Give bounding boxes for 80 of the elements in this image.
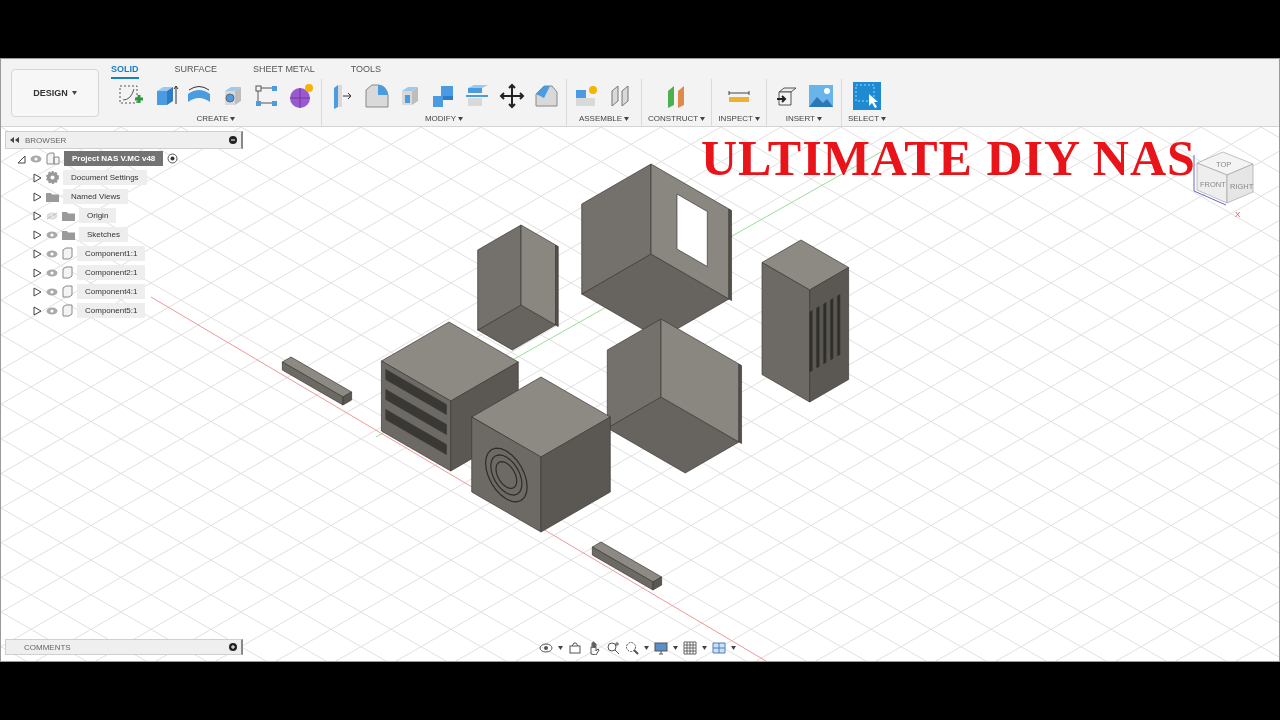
workspace-button[interactable]: DESIGN <box>11 68 99 117</box>
component-icon <box>46 152 60 165</box>
view-cube[interactable] <box>1196 151 1254 204</box>
caret-icon <box>230 116 236 121</box>
eye-icon[interactable] <box>46 230 58 239</box>
viewports-icon[interactable] <box>712 641 726 655</box>
group-menu[interactable]: INSERT <box>785 114 822 123</box>
expand-triangle-icon[interactable] <box>33 229 42 240</box>
tree-item[interactable]: Component1:1 <box>77 246 146 261</box>
zoom-window-icon[interactable] <box>625 641 639 655</box>
caret-icon <box>817 116 822 121</box>
gear-icon <box>46 171 59 184</box>
expand-triangle-icon[interactable] <box>33 172 42 183</box>
image-icon[interactable] <box>806 82 835 110</box>
component-icon <box>62 247 73 260</box>
tree-item[interactable]: Component2:1 <box>77 265 146 280</box>
radio-icon[interactable] <box>167 153 179 164</box>
ribbon-tab[interactable]: SURFACE <box>174 64 218 79</box>
collapse-arrows-icon[interactable] <box>10 137 19 143</box>
folder-icon <box>62 210 75 221</box>
expand-triangle-icon[interactable] <box>33 286 42 297</box>
component-icon <box>62 285 73 298</box>
component-icon <box>62 266 73 279</box>
caret-icon <box>754 116 760 121</box>
rounded-block-icon[interactable] <box>362 82 390 110</box>
pan-hand-icon[interactable] <box>587 641 601 655</box>
eye-icon[interactable] <box>46 268 58 277</box>
group-menu[interactable]: INSPECT <box>718 114 760 123</box>
tree-item[interactable]: Origin <box>79 208 117 223</box>
cut-block-icon[interactable] <box>532 82 560 110</box>
expand-triangle-icon[interactable] <box>33 267 42 278</box>
expanded-triangle-icon[interactable] <box>17 153 26 164</box>
caret-icon <box>731 646 736 650</box>
zoom-icon[interactable] <box>606 641 620 655</box>
caret-icon <box>624 116 630 121</box>
eye-icon[interactable] <box>46 287 58 296</box>
tree-item[interactable]: Project NAS V.MC v48 <box>64 151 164 166</box>
select-cursor-icon[interactable] <box>852 82 881 110</box>
caret-icon <box>558 646 563 650</box>
ribbon-tab[interactable]: SOLID <box>111 64 139 79</box>
group-menu[interactable]: CREATE <box>196 114 236 123</box>
eye-icon[interactable] <box>46 249 58 258</box>
orbit-icon[interactable] <box>539 641 553 655</box>
plus-circle-icon[interactable] <box>229 643 237 651</box>
tree-item[interactable]: Component4:1 <box>77 284 146 299</box>
expand-triangle-icon[interactable] <box>33 305 42 316</box>
group-menu[interactable]: CONSTRUCT <box>648 114 706 123</box>
group-menu[interactable]: MODIFY <box>424 114 464 123</box>
folder-icon <box>46 191 59 202</box>
caret-icon <box>881 116 886 121</box>
caret-icon <box>702 646 707 650</box>
tree-item[interactable]: Document Settings <box>63 170 147 185</box>
panel-title: BROWSER <box>25 135 68 145</box>
caret-icon <box>644 646 649 650</box>
caret-icon <box>700 116 706 121</box>
component-icon <box>62 304 73 317</box>
grid-icon[interactable] <box>683 641 697 655</box>
minus-circle-icon[interactable] <box>229 136 237 144</box>
expand-triangle-icon[interactable] <box>33 191 42 202</box>
expand-triangle-icon[interactable] <box>33 248 42 259</box>
caret-icon <box>458 116 464 121</box>
eye-icon[interactable] <box>30 154 42 163</box>
ribbon-tab[interactable]: SHEET METAL <box>253 64 315 79</box>
group-menu[interactable]: ASSEMBLE <box>578 114 630 123</box>
tree-item[interactable]: Named Views <box>63 189 129 204</box>
caret-icon <box>71 90 77 95</box>
overlay-title: ULTIMATE DIY NAS <box>701 129 1196 187</box>
move-arrows-icon[interactable] <box>498 82 526 110</box>
display-icon[interactable] <box>654 641 668 655</box>
look-at-icon[interactable] <box>568 641 582 655</box>
caret-icon <box>673 646 678 650</box>
ribbon-tab[interactable]: TOOLS <box>350 64 382 79</box>
axis-label: X <box>1235 210 1241 219</box>
tree-item[interactable]: Sketches <box>79 227 128 242</box>
panel-title: COMMENTS <box>24 642 72 652</box>
group-menu[interactable]: SELECT <box>847 114 886 123</box>
expand-triangle-icon[interactable] <box>33 210 42 221</box>
tree-item[interactable]: Component5:1 <box>77 303 146 318</box>
folder-icon <box>62 229 75 240</box>
eye-icon[interactable] <box>46 306 58 315</box>
